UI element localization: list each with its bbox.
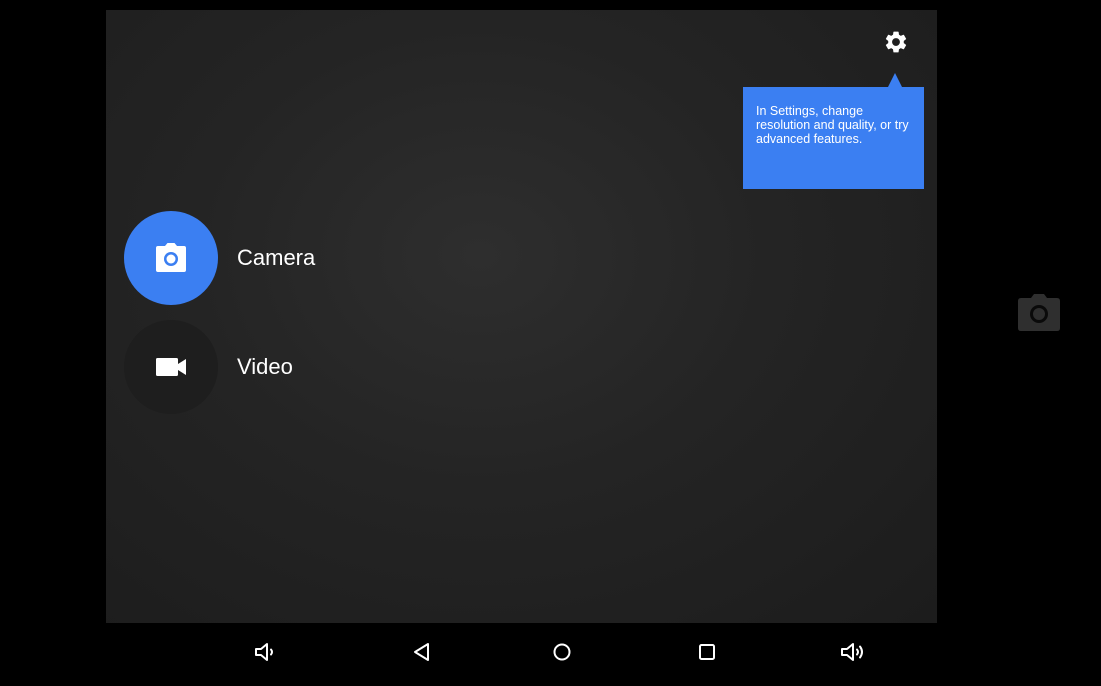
mode-video-label: Video	[237, 354, 293, 379]
mode-camera[interactable]: Camera	[124, 211, 315, 305]
recents-icon	[699, 644, 715, 660]
volume-down-button[interactable]	[246, 635, 286, 669]
camera-icon	[1018, 294, 1060, 331]
back-icon	[414, 643, 429, 661]
volume-down-icon	[255, 643, 273, 661]
mode-camera-label: Camera	[237, 245, 316, 270]
mode-camera-circle[interactable]	[124, 211, 218, 305]
shutter-button[interactable]	[1015, 291, 1063, 333]
settings-tooltip[interactable]: In Settings, change resolution and quali…	[743, 73, 924, 189]
camera-viewfinder[interactable]: In Settings, change resolution and quali…	[106, 10, 937, 623]
back-button[interactable]	[402, 635, 442, 669]
mode-video-circle[interactable]	[124, 320, 218, 414]
tooltip-text: In Settings, change resolution and quali…	[756, 104, 909, 146]
home-button[interactable]	[542, 635, 582, 669]
gear-icon	[885, 31, 907, 53]
video-icon	[156, 358, 186, 376]
home-icon	[553, 643, 571, 661]
screen: In Settings, change resolution and quali…	[0, 0, 1101, 686]
volume-up-icon	[841, 643, 863, 661]
mode-video[interactable]: Video	[124, 320, 293, 414]
navigation-bar	[106, 623, 937, 680]
recents-button[interactable]	[687, 635, 727, 669]
settings-button[interactable]	[874, 20, 918, 64]
volume-up-button[interactable]	[833, 635, 873, 669]
camera-icon	[156, 243, 186, 272]
